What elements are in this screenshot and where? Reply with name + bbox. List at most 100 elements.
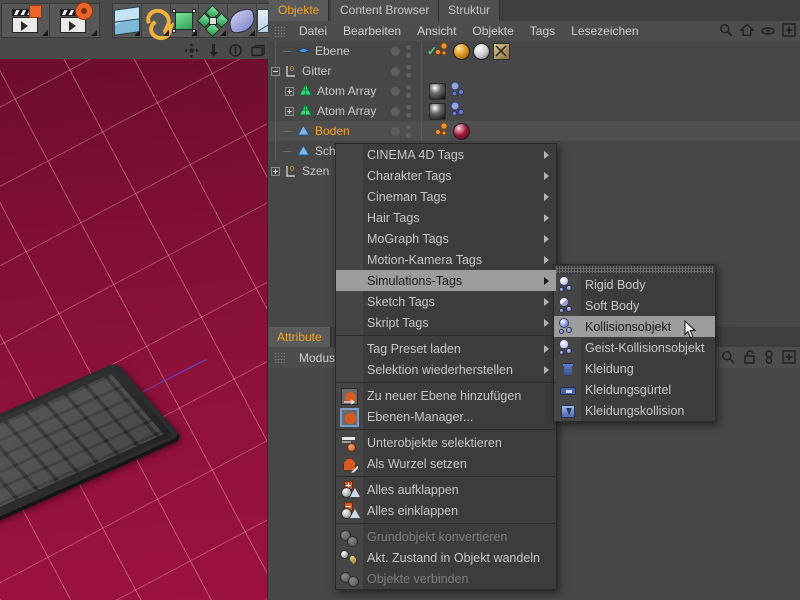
- visibility-dots[interactable]: [391, 101, 425, 121]
- editor-visibility-dot[interactable]: [391, 126, 400, 136]
- black-material-tag[interactable]: [429, 82, 446, 100]
- orange-material-tag[interactable]: [453, 42, 470, 60]
- visibility-dots[interactable]: [391, 61, 425, 81]
- search-icon[interactable]: [721, 350, 735, 367]
- submenu-item-kleidungskollision[interactable]: Kleidungskollision: [554, 400, 715, 421]
- render-settings-icon[interactable]: [50, 2, 98, 37]
- dropdown-corner[interactable]: [91, 30, 97, 36]
- tree-expand-toggle[interactable]: [285, 86, 294, 96]
- tab-objekte[interactable]: Objekte: [269, 0, 330, 21]
- menu-item-akt-zustand-in-objekt-wandeln[interactable]: Akt. Zustand in Objekt wandeln: [336, 547, 556, 568]
- submenu-drag-handle[interactable]: [556, 266, 713, 273]
- menu-item-skript-tags[interactable]: Skript Tags: [336, 312, 556, 333]
- menu-tags[interactable]: Tags: [522, 21, 563, 41]
- menu-objekte[interactable]: Objekte: [464, 21, 521, 41]
- table-row[interactable]: Atom Array ✓: [269, 101, 800, 121]
- render-visibility-dots[interactable]: [406, 44, 411, 58]
- object-axis-icon[interactable]: [171, 4, 200, 37]
- menu-bearbeiten[interactable]: Bearbeiten: [335, 21, 409, 41]
- tree-expand-toggle[interactable]: [271, 166, 280, 176]
- rotate-view-icon[interactable]: [228, 43, 243, 58]
- menu-datei[interactable]: Datei: [291, 21, 335, 41]
- dynamics-tag-icon[interactable]: [449, 81, 466, 101]
- render-visibility-dots[interactable]: [406, 124, 411, 138]
- red-material-tag[interactable]: [453, 122, 470, 140]
- menu-item-cineman-tags[interactable]: Cineman Tags: [336, 186, 556, 207]
- polygon-icon[interactable]: [197, 4, 230, 37]
- plus-box-icon[interactable]: [782, 350, 796, 367]
- editor-visibility-dot[interactable]: [391, 46, 400, 56]
- dynamics-tag-icon[interactable]: [449, 101, 466, 121]
- dropdown-corner[interactable]: [133, 30, 140, 36]
- tree-collapse-toggle[interactable]: [271, 66, 280, 76]
- texture-tag-icon[interactable]: [493, 42, 510, 60]
- dropdown-corner[interactable]: [191, 30, 198, 36]
- black-material-tag[interactable]: [429, 102, 446, 120]
- workplane-icon[interactable]: [256, 4, 269, 37]
- menu-lesezeichen[interactable]: Lesezeichen: [563, 21, 646, 41]
- white-material-tag[interactable]: [473, 42, 490, 60]
- dropdown-corner[interactable]: [42, 30, 48, 36]
- particle-tag-icon[interactable]: [433, 41, 450, 61]
- menu-item-simulations-tags[interactable]: Simulations-Tags: [336, 270, 556, 291]
- move-view-icon[interactable]: [184, 42, 199, 58]
- link-icon[interactable]: [764, 350, 774, 367]
- submenu-item-kleidung[interactable]: Kleidung: [554, 358, 715, 379]
- menu-ansicht[interactable]: Ansicht: [409, 21, 464, 41]
- menu-item-hair-tags[interactable]: Hair Tags: [336, 207, 556, 228]
- menu-item-als-wurzel-setzen[interactable]: Als Wurzel setzen: [336, 453, 556, 474]
- maximize-view-icon[interactable]: [250, 43, 265, 58]
- render-visibility-dots[interactable]: [406, 84, 411, 98]
- context-menu[interactable]: CINEMA 4D Tags Charakter Tags Cineman Ta…: [335, 143, 557, 590]
- editor-visibility-dot[interactable]: [391, 66, 400, 76]
- render-view-icon[interactable]: [2, 4, 50, 37]
- menu-item-cinema-4d-tags[interactable]: CINEMA 4D Tags: [336, 144, 556, 165]
- deformer-icon[interactable]: [227, 4, 258, 37]
- simulations-tags-submenu[interactable]: Rigid Body Soft Body Kollisionsobjekt Ge…: [553, 264, 716, 422]
- menu-item-zu-neuer-ebene-hinzufuegen[interactable]: Zu neuer Ebene hinzufügen: [336, 385, 556, 406]
- table-row[interactable]: Ebene ✓: [269, 41, 800, 61]
- texture-axis-icon[interactable]: [142, 4, 171, 37]
- dropdown-corner[interactable]: [248, 30, 255, 36]
- tab-attribute[interactable]: Attribute: [269, 327, 331, 347]
- scale-view-icon[interactable]: [206, 43, 221, 58]
- menu-item-motion-kamera-tags[interactable]: Motion-Kamera Tags: [336, 249, 556, 270]
- submenu-item-soft-body[interactable]: Soft Body: [554, 295, 715, 316]
- visibility-dots[interactable]: [391, 41, 425, 61]
- particle-tag-icon[interactable]: [433, 121, 450, 141]
- menu-item-sketch-tags[interactable]: Sketch Tags: [336, 291, 556, 312]
- search-icon[interactable]: [719, 23, 733, 40]
- visibility-dots[interactable]: [391, 121, 425, 141]
- plus-box-icon[interactable]: [782, 23, 796, 40]
- table-row[interactable]: Atom Array ✓: [269, 81, 800, 101]
- tab-content-browser[interactable]: Content Browser: [331, 0, 440, 21]
- visibility-dots[interactable]: [391, 81, 425, 101]
- cube-model-icon[interactable]: [113, 4, 142, 37]
- menu-item-mograph-tags[interactable]: MoGraph Tags: [336, 228, 556, 249]
- tree-expand-toggle[interactable]: [285, 106, 294, 116]
- table-row[interactable]: 0 Gitter: [269, 61, 800, 81]
- menu-item-tag-preset-laden[interactable]: Tag Preset laden: [336, 338, 556, 359]
- menu-grip-handle[interactable]: [274, 352, 285, 363]
- render-visibility-dots[interactable]: [406, 64, 411, 78]
- menu-item-alles-aufklappen[interactable]: Alles aufklappen: [336, 479, 556, 500]
- viewport-3d[interactable]: [0, 59, 268, 600]
- dropdown-corner[interactable]: [220, 30, 227, 36]
- lock-icon[interactable]: [743, 350, 756, 367]
- menu-grip-handle[interactable]: [274, 25, 285, 37]
- menu-item-unterobjekte-selektieren[interactable]: Unterobjekte selektieren: [336, 432, 556, 453]
- menu-item-selektion-wiederherstellen[interactable]: Selektion wiederherstellen: [336, 359, 556, 380]
- submenu-item-geist-kollisionsobjekt[interactable]: Geist-Kollisionsobjekt: [554, 337, 715, 358]
- render-visibility-dots[interactable]: [406, 104, 411, 118]
- editor-visibility-dot[interactable]: [391, 86, 400, 96]
- tab-struktur[interactable]: Struktur: [439, 0, 501, 21]
- submenu-item-kleidungsguertel[interactable]: Kleidungsgürtel: [554, 379, 715, 400]
- menu-item-ebenen-manager[interactable]: Ebenen-Manager...: [336, 406, 556, 427]
- menu-item-alles-einklappen[interactable]: Alles einklappen: [336, 500, 556, 521]
- table-row[interactable]: Boden: [269, 121, 800, 141]
- editor-visibility-dot[interactable]: [391, 106, 400, 116]
- menu-item-charakter-tags[interactable]: Charakter Tags: [336, 165, 556, 186]
- home-icon[interactable]: [739, 23, 755, 40]
- submenu-item-rigid-body[interactable]: Rigid Body: [554, 274, 715, 295]
- dropdown-corner[interactable]: [162, 30, 169, 36]
